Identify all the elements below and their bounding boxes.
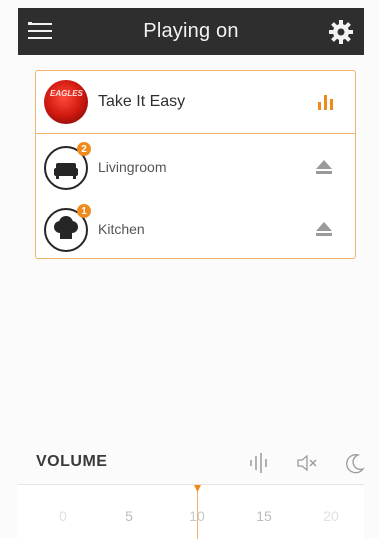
menu-icon[interactable] xyxy=(28,20,52,42)
room-row-livingroom[interactable]: 2 Livingroom xyxy=(36,135,355,197)
volume-tick: 10 xyxy=(189,508,205,524)
room-name: Kitchen xyxy=(98,221,145,237)
volume-tick: 20 xyxy=(323,508,339,524)
room-badge: 2 xyxy=(77,142,91,156)
mute-icon[interactable] xyxy=(296,452,318,474)
eject-icon[interactable] xyxy=(315,159,333,175)
volume-tick: 15 xyxy=(256,508,272,524)
album-art-text: EAGLES xyxy=(50,89,83,98)
volume-tick: 5 xyxy=(125,508,133,524)
equalizer-icon[interactable] xyxy=(248,452,270,474)
now-playing-row[interactable]: EAGLES Take It Easy xyxy=(36,71,355,134)
track-title: Take It Easy xyxy=(98,93,186,110)
eject-icon[interactable] xyxy=(315,221,333,237)
volume-slider-knob[interactable] xyxy=(194,485,201,492)
sleep-timer-icon[interactable] xyxy=(345,452,365,474)
volume-slider[interactable]: 0 5 10 15 20 xyxy=(18,484,364,539)
playing-on-panel: EAGLES Take It Easy 2 Livingroom 1 Kitch… xyxy=(35,70,356,259)
volume-tick: 0 xyxy=(59,508,67,524)
equalizer-bars-icon xyxy=(318,95,333,110)
album-art: EAGLES xyxy=(44,80,88,124)
room-name: Livingroom xyxy=(98,159,167,175)
gear-icon[interactable] xyxy=(328,19,354,45)
header-bar: Playing on xyxy=(18,8,364,55)
volume-label: VOLUME xyxy=(36,453,108,470)
app-root: Playing on EAGLES Take It Easy 2 Livingr… xyxy=(0,0,379,539)
header-title: Playing on xyxy=(143,20,239,42)
room-badge: 1 xyxy=(77,204,91,218)
room-row-kitchen[interactable]: 1 Kitchen xyxy=(36,197,355,259)
